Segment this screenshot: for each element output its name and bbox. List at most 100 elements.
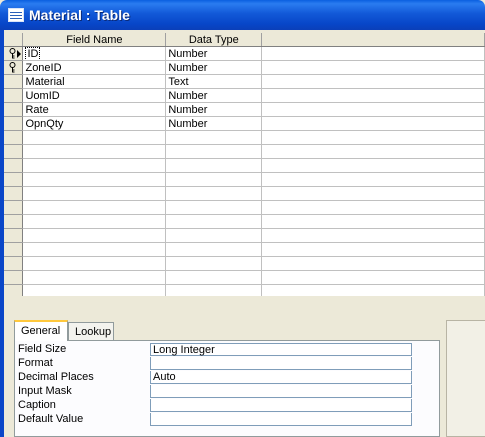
table-row[interactable] — [4, 186, 485, 201]
row-selector[interactable] — [4, 242, 24, 257]
data-type-cell[interactable] — [165, 144, 263, 159]
table-row[interactable] — [4, 228, 485, 243]
field-name-cell[interactable]: UomID — [22, 88, 167, 103]
title-bar[interactable]: Material : Table — [0, 0, 485, 30]
row-selector[interactable] — [4, 46, 24, 61]
data-type-cell[interactable] — [165, 172, 263, 187]
description-cell[interactable] — [261, 172, 485, 187]
description-cell[interactable] — [261, 186, 485, 201]
field-name-cell[interactable] — [22, 270, 167, 285]
tab-lookup[interactable]: Lookup — [68, 322, 114, 340]
field-name-cell[interactable] — [22, 256, 167, 271]
row-selector[interactable] — [4, 186, 24, 201]
field-name-cell[interactable]: ID — [22, 46, 167, 61]
description-cell[interactable] — [261, 144, 485, 159]
description-cell[interactable] — [261, 60, 485, 75]
description-cell[interactable] — [261, 130, 485, 145]
field-name-cell[interactable]: Rate — [22, 102, 167, 117]
table-row[interactable]: Rate Number — [4, 102, 485, 117]
description-cell[interactable] — [261, 242, 485, 257]
field-name-cell[interactable] — [22, 242, 167, 257]
data-type-cell[interactable] — [165, 228, 263, 243]
row-selector[interactable] — [4, 60, 24, 75]
field-name-cell[interactable] — [22, 130, 167, 145]
row-selector[interactable] — [4, 200, 24, 215]
table-row[interactable] — [4, 172, 485, 187]
row-selector[interactable] — [4, 228, 24, 243]
data-type-cell[interactable]: Text — [165, 74, 263, 89]
row-selector[interactable] — [4, 144, 24, 159]
column-header-data-type[interactable]: Data Type — [165, 33, 263, 47]
row-selector[interactable] — [4, 284, 24, 296]
property-value-field[interactable] — [150, 357, 412, 370]
table-row[interactable] — [4, 270, 485, 285]
property-value-field[interactable]: Long Integer — [150, 343, 412, 356]
row-selector[interactable] — [4, 102, 24, 117]
field-name-cell[interactable]: ZoneID — [22, 60, 167, 75]
description-cell[interactable] — [261, 256, 485, 271]
data-type-cell[interactable]: Number — [165, 102, 263, 117]
table-row[interactable] — [4, 284, 485, 296]
table-row[interactable]: UomID Number — [4, 88, 485, 103]
table-row[interactable]: OpnQty Number — [4, 116, 485, 131]
row-selector[interactable] — [4, 214, 24, 229]
property-value-field[interactable] — [150, 413, 412, 426]
data-type-cell[interactable]: Number — [165, 116, 263, 131]
field-name-cell[interactable]: OpnQty — [22, 116, 167, 131]
description-cell[interactable] — [261, 228, 485, 243]
description-cell[interactable] — [261, 102, 485, 117]
property-value-field[interactable] — [150, 399, 412, 412]
field-name-cell[interactable] — [22, 186, 167, 201]
description-cell[interactable] — [261, 284, 485, 296]
data-type-cell[interactable] — [165, 242, 263, 257]
property-value-field[interactable] — [150, 385, 412, 398]
table-row[interactable] — [4, 214, 485, 229]
table-row[interactable]: ZoneID Number — [4, 60, 485, 75]
data-type-cell[interactable] — [165, 158, 263, 173]
field-name-cell[interactable] — [22, 284, 167, 296]
column-header-field-name[interactable]: Field Name — [22, 33, 167, 47]
table-row[interactable] — [4, 158, 485, 173]
data-type-cell[interactable] — [165, 130, 263, 145]
table-row[interactable] — [4, 130, 485, 145]
data-type-cell[interactable] — [165, 256, 263, 271]
data-type-cell[interactable]: Number — [165, 88, 263, 103]
field-name-cell[interactable] — [22, 214, 167, 229]
row-selector[interactable] — [4, 116, 24, 131]
description-cell[interactable] — [261, 46, 485, 61]
data-type-cell[interactable] — [165, 186, 263, 201]
description-cell[interactable] — [261, 158, 485, 173]
field-name-cell[interactable] — [22, 144, 167, 159]
data-type-cell[interactable] — [165, 200, 263, 215]
row-selector[interactable] — [4, 256, 24, 271]
table-row[interactable]: ID Number — [4, 46, 485, 61]
field-name-cell[interactable] — [22, 200, 167, 215]
table-row[interactable] — [4, 242, 485, 257]
description-cell[interactable] — [261, 214, 485, 229]
description-cell[interactable] — [261, 74, 485, 89]
column-header-description[interactable] — [261, 33, 485, 47]
row-selector[interactable] — [4, 270, 24, 285]
table-row[interactable] — [4, 256, 485, 271]
row-selector[interactable] — [4, 158, 24, 173]
row-selector[interactable] — [4, 130, 24, 145]
field-name-cell[interactable] — [22, 228, 167, 243]
description-cell[interactable] — [261, 116, 485, 131]
description-cell[interactable] — [261, 270, 485, 285]
property-value-field[interactable]: Auto — [150, 371, 412, 384]
row-selector[interactable] — [4, 74, 24, 89]
table-row[interactable] — [4, 144, 485, 159]
row-selector[interactable] — [4, 172, 24, 187]
data-type-cell[interactable] — [165, 284, 263, 296]
description-cell[interactable] — [261, 200, 485, 215]
field-name-cell[interactable] — [22, 172, 167, 187]
field-name-cell[interactable]: Material — [22, 74, 167, 89]
table-row[interactable] — [4, 200, 485, 215]
field-name-cell[interactable] — [22, 158, 167, 173]
data-type-cell[interactable] — [165, 214, 263, 229]
data-type-cell[interactable]: Number — [165, 46, 263, 61]
table-row[interactable]: Material Text — [4, 74, 485, 89]
tab-general[interactable]: General — [14, 320, 68, 341]
description-cell[interactable] — [261, 88, 485, 103]
data-type-cell[interactable]: Number — [165, 60, 263, 75]
